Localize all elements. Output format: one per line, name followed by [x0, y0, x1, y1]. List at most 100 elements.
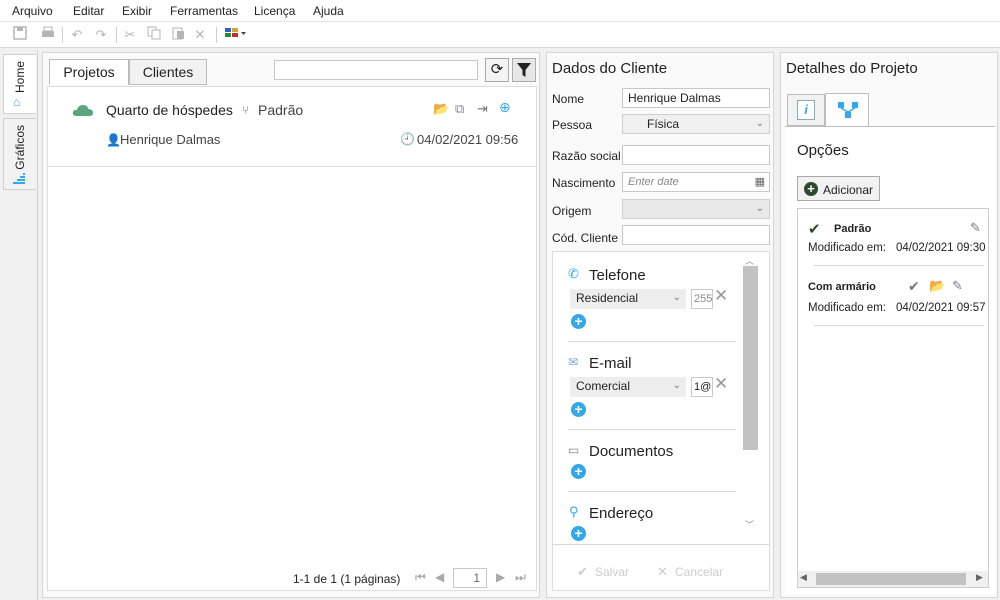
add-address-button[interactable]: + [571, 526, 586, 541]
open-folder-icon[interactable]: 📂 [929, 278, 945, 294]
toolbar-separator [216, 27, 217, 43]
telefone-title: Telefone [589, 267, 646, 284]
scroll-right-icon[interactable]: ▶ [976, 572, 983, 583]
menu-exibir[interactable]: Exibir [122, 4, 152, 18]
user-icon: 👤 [106, 133, 121, 147]
phone-icon: ✆ [568, 266, 579, 281]
project-name: Quarto de hóspedes [106, 102, 233, 118]
first-page-icon[interactable]: ⏮ [415, 570, 426, 585]
cancel-button[interactable]: Cancelar [675, 565, 723, 579]
edit-icon[interactable]: ✎ [952, 278, 963, 294]
add-document-button[interactable]: + [571, 464, 586, 479]
option-divider [814, 265, 984, 266]
cancel-icon: ✕ [657, 564, 668, 579]
edit-icon[interactable]: ✎ [970, 220, 981, 236]
chevron-down-icon: ⌄ [755, 203, 764, 214]
add-option-button[interactable]: + Adicionar [797, 176, 880, 201]
telefone-field[interactable]: 255 [691, 289, 713, 309]
tab-graficos-label: Gráficos [13, 125, 27, 170]
scrollbar-thumb[interactable] [743, 266, 758, 450]
nome-field[interactable]: Henrique Dalmas [622, 88, 770, 108]
project-option: Padrão [258, 102, 304, 118]
page-number-field[interactable]: 1 [453, 568, 487, 588]
option-branch-icon: ⑂ [242, 103, 250, 117]
set-active-check-icon[interactable]: ✔ [908, 278, 920, 295]
nascimento-field[interactable]: Enter date ▦ [622, 172, 770, 192]
add-email-button[interactable]: + [571, 402, 586, 417]
tab-clientes[interactable]: Clientes [129, 59, 207, 85]
telefone-type-select[interactable]: Residencial ⌄ [570, 289, 686, 309]
remove-phone-icon[interactable]: ✕ [714, 286, 728, 306]
last-page-icon[interactable]: ⏭ [515, 570, 526, 585]
option-modified-date: 04/02/2021 09:30 [896, 242, 986, 254]
paste-icon[interactable] [169, 26, 187, 44]
cloud-icon [72, 105, 93, 116]
search-input[interactable] [274, 60, 478, 80]
undo-icon[interactable]: ↶ [68, 26, 86, 44]
filter-button[interactable] [512, 58, 536, 82]
copy-icon[interactable] [145, 26, 163, 44]
add-circle-icon: + [804, 182, 818, 196]
toolbar-separator [62, 27, 63, 43]
email-field[interactable]: 1@ [691, 377, 713, 397]
tab-info[interactable]: i [787, 94, 825, 126]
prev-page-icon[interactable]: ◀ [435, 570, 444, 584]
side-tabs: Home ⌂ Gráficos [0, 50, 38, 600]
email-type-select[interactable]: Comercial ⌄ [570, 377, 686, 397]
project-details-title: Detalhes do Projeto [786, 60, 918, 77]
razao-social-field[interactable] [622, 145, 770, 165]
nascimento-placeholder: Enter date [628, 176, 679, 188]
save-check-icon: ✔ [577, 564, 588, 579]
project-datetime: 04/02/2021 09:56 [417, 132, 519, 147]
add-phone-button[interactable]: + [571, 314, 586, 329]
option-modified-label: Modificado em: [808, 302, 886, 314]
scroll-down-icon[interactable]: ﹀ [745, 518, 754, 531]
cod-cliente-field[interactable] [622, 225, 770, 245]
pessoa-select[interactable]: Física ⌄ [622, 114, 770, 134]
pagination-summary: 1-1 de 1 (1 páginas) [293, 572, 401, 586]
option-item[interactable]: Com armário ✔ 📂 ✎ Modificado em: 04/02/2… [798, 269, 988, 329]
menu-editar[interactable]: Editar [73, 4, 104, 18]
section-divider [568, 341, 736, 342]
cut-icon[interactable]: ✂ [121, 26, 139, 44]
tab-projetos[interactable]: Projetos [49, 59, 129, 85]
save-button[interactable]: Salvar [595, 565, 629, 579]
option-modified-date: 04/02/2021 09:57 [896, 302, 986, 314]
chevron-down-icon: ⌄ [672, 380, 681, 391]
horizontal-scrollbar[interactable]: ◀ ▶ [798, 571, 988, 587]
documentos-title: Documentos [589, 443, 674, 460]
redo-icon[interactable]: ↷ [92, 26, 110, 44]
refresh-button[interactable]: ⟳ [485, 58, 509, 82]
scroll-up-icon[interactable]: ︿ [745, 254, 754, 267]
option-item[interactable]: ✔ Padrão ✎ Modificado em: 04/02/2021 09:… [798, 209, 988, 269]
next-page-icon[interactable]: ▶ [496, 570, 505, 584]
add-option-icon[interactable]: ⊕ [499, 99, 511, 116]
scrollbar-thumb[interactable] [816, 573, 966, 585]
copy-project-icon[interactable]: ⧉ [455, 101, 464, 117]
delete-icon[interactable]: ✕ [191, 26, 209, 44]
refresh-icon: ⟳ [490, 61, 504, 78]
print-icon[interactable] [39, 26, 57, 44]
menu-ferramentas[interactable]: Ferramentas [170, 4, 238, 18]
remove-email-icon[interactable]: ✕ [714, 374, 728, 394]
export-icon[interactable]: ⇥ [477, 101, 488, 117]
save-icon[interactable] [11, 26, 29, 44]
menu-ajuda[interactable]: Ajuda [313, 4, 344, 18]
open-folder-icon[interactable]: 📂 [433, 101, 449, 117]
option-name: Padrão [834, 223, 872, 235]
menu-licenca[interactable]: Licença [254, 4, 295, 18]
endereco-title: Endereço [589, 505, 654, 522]
origem-select[interactable]: ⌄ [622, 199, 770, 219]
scroll-left-icon[interactable]: ◀ [800, 572, 807, 583]
tab-home[interactable]: Home ⌂ [3, 54, 36, 114]
project-list: Quarto de hóspedes ⑂ Padrão 📂 ⧉ ⇥ ⊕ 👤 He… [47, 86, 537, 591]
section-divider [568, 491, 736, 492]
color-scheme-icon[interactable] [224, 26, 248, 44]
tab-graficos[interactable]: Gráficos [3, 118, 36, 190]
project-row[interactable]: Quarto de hóspedes ⑂ Padrão 📂 ⧉ ⇥ ⊕ 👤 He… [48, 87, 536, 167]
option-name: Com armário [808, 281, 876, 293]
calendar-icon[interactable]: ▦ [755, 173, 765, 191]
tab-options[interactable] [825, 93, 869, 127]
menu-arquivo[interactable]: Arquivo [12, 4, 53, 18]
home-icon: ⌂ [13, 95, 21, 109]
